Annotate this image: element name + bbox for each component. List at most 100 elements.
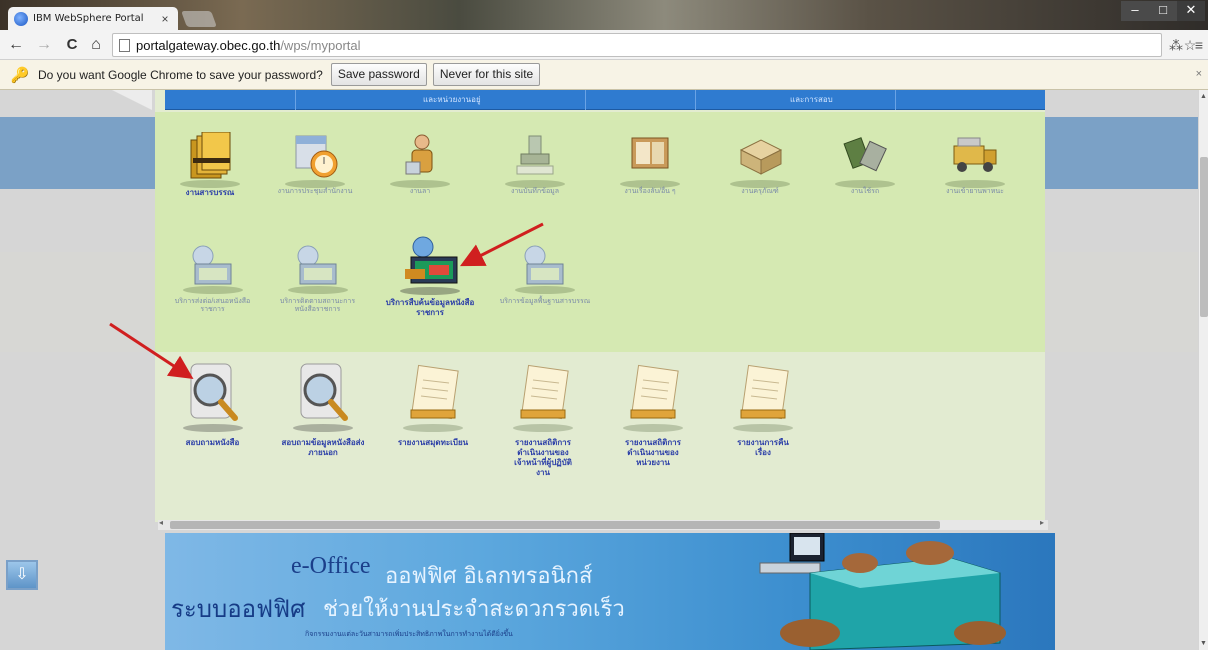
never-for-this-site-button[interactable]: Never for this site	[432, 63, 541, 86]
icon-item-staff-stats[interactable]: รายงานสถิติการดำเนินงานของเจ้าหน้าที่ผู้…	[493, 362, 593, 482]
header-label-right: และการสอบ	[790, 95, 833, 104]
icon-item-register-report[interactable]: รายงานสมุดทะเบียน	[383, 362, 483, 472]
tab-close-button[interactable]: ×	[158, 12, 172, 26]
close-window-button[interactable]: ✕	[1177, 1, 1205, 21]
scroll-down-icon[interactable]: ▼	[1200, 640, 1207, 647]
scroll-up-icon[interactable]: ▲	[1200, 93, 1207, 100]
globe-icon	[14, 11, 28, 26]
vertical-scrollbar[interactable]: ▲ ▼	[1198, 90, 1208, 650]
tab-title: IBM WebSphere Portal	[33, 13, 144, 24]
back-button[interactable]: ←	[6, 33, 26, 57]
download-arrow-button[interactable]: ⇩	[6, 560, 38, 590]
infobar-close-icon[interactable]: ×	[1196, 68, 1202, 80]
page-viewport: และหน่วยงานอยู่ และการสอบ งานสารบรรณ งาน…	[0, 90, 1198, 650]
notepad-icon	[520, 364, 569, 420]
page-icon	[119, 38, 130, 52]
icon-label: งานการประชุมสำนักงาน	[277, 188, 353, 195]
banner-small-text: กิจกรรมงานแต่ละวันสามารถเพิ่มประสิทธิภาพ…	[305, 631, 513, 638]
icon-item-meeting[interactable]: งานการประชุมสำนักงาน	[270, 130, 360, 210]
icon-label: รายงานสถิติการดำเนินงานของเจ้าหน้าที่ผู้…	[514, 438, 572, 477]
office-desk-illustration	[759, 533, 1006, 650]
horizontal-scroll-thumb[interactable]	[170, 521, 940, 529]
icon-item-leave[interactable]: งานลา	[375, 130, 465, 210]
vertical-scroll-thumb[interactable]	[1200, 157, 1208, 317]
network-computer-icon	[297, 245, 337, 285]
icon-item-record[interactable]: งานบันทึกข้อมูล	[485, 130, 585, 210]
icon-label: รายงานสถิติการดำเนินงานของหน่วยงาน	[625, 438, 681, 467]
search-computer-icon	[405, 236, 458, 284]
notepad-icon	[630, 364, 679, 420]
address-bar[interactable]: portalgateway.obec.go.th/wps/myportal	[112, 33, 1162, 57]
icon-item-forward-docs[interactable]: บริการส่งต่อ/เสนอหนังสือราชการ	[165, 240, 260, 330]
icon-label: งานใช้รถ	[850, 188, 880, 195]
infobar-message: Do you want Google Chrome to save your p…	[38, 67, 323, 82]
calendar-clock-icon	[295, 135, 338, 178]
icon-label: งานบันทึกข้อมูล	[510, 188, 560, 195]
banner-thai-line2b: ช่วยให้งานประจำสะดวกรวดเร็ว	[323, 597, 625, 622]
icon-label: งานเรื่องลับ/อื่น ๆ	[624, 188, 676, 195]
icon-label: สอบถามข้อมูลหนังสือส่งภายนอก	[281, 438, 365, 457]
truck-icon	[953, 137, 997, 172]
reload-button[interactable]: C	[62, 33, 82, 57]
header-label-left: และหน่วยงานอยู่	[423, 95, 481, 104]
magnifier-icon	[190, 363, 238, 421]
icon-label: สอบถามหนังสือ	[185, 438, 240, 447]
menu-icon[interactable]: ≡	[1192, 33, 1206, 57]
icon-item-track-docs[interactable]: บริการติดตามสถานะการหนังสือราชการ	[270, 240, 365, 330]
title-bar: IBM WebSphere Portal × – □ ✕	[0, 0, 1208, 30]
horizontal-scrollbar[interactable]: ◂ ▸	[158, 518, 1048, 530]
url-path: /wps/myportal	[280, 37, 361, 53]
book-icon	[631, 137, 669, 169]
icon-label: งานลา	[409, 188, 431, 195]
scroll-left-icon[interactable]: ◂	[159, 518, 163, 527]
notepad-icon	[410, 364, 459, 420]
stamp-icon	[516, 135, 554, 175]
folders-icon	[190, 132, 231, 179]
icon-label: บริการส่งต่อ/เสนอหนังสือราชการ	[174, 298, 251, 313]
icon-label: งานครุภัณฑ์	[741, 188, 779, 195]
browser-toolbar: ← → C ⌂ portalgateway.obec.go.th/wps/myp…	[0, 30, 1208, 60]
network-computer-icon	[192, 245, 232, 285]
icon-item-search-docs[interactable]: บริการสืบค้นข้อมูลหนังสือราชการ	[375, 233, 485, 333]
icon-label: บริการข้อมูลพื้นฐานสารบรรณ	[499, 298, 591, 305]
icon-item-unit-stats[interactable]: รายงานสถิติการดำเนินงานของหน่วยงาน	[603, 362, 703, 472]
icon-item-inquire-docs[interactable]: สอบถามหนังสือ	[165, 362, 260, 472]
icon-item-saraban[interactable]: งานสารบรรณ	[165, 130, 255, 210]
banner-thai-line2a: ระบบออฟฟิศ	[171, 595, 306, 623]
portlet-header-bar: และหน่วยงานอยู่ และการสอบ	[165, 90, 1045, 110]
browser-tab[interactable]: IBM WebSphere Portal ×	[8, 7, 178, 30]
banner-thai-title: ออฟฟิศ อิเลกทรอนิกส์	[385, 564, 593, 589]
save-password-infobar: 🔑 Do you want Google Chrome to save your…	[0, 60, 1208, 90]
icon-item-basic-info[interactable]: บริการข้อมูลพื้นฐานสารบรรณ	[495, 240, 595, 330]
save-password-button[interactable]: Save password	[330, 63, 427, 86]
tools-icon	[843, 137, 887, 172]
url-host: portalgateway.obec.go.th	[136, 37, 281, 53]
icon-item-inquire-external[interactable]: สอบถามข้อมูลหนังสือส่งภายนอก	[273, 362, 373, 472]
new-tab-button[interactable]	[181, 11, 217, 27]
icon-item-vehicle[interactable]: งานเข้ายานพาหนะ	[930, 130, 1020, 210]
banner-eoffice-title: e-Office	[291, 553, 371, 579]
forward-button[interactable]: →	[34, 33, 54, 57]
icon-label: รายงานสมุดทะเบียน	[397, 438, 469, 447]
eoffice-banner[interactable]: e-Office ออฟฟิศ อิเลกทรอนิกส์ ระบบออฟฟิศ…	[165, 533, 1055, 650]
icon-label: งานเข้ายานพาหนะ	[946, 188, 1004, 195]
boxes-icon	[739, 139, 783, 175]
icon-item-durable[interactable]: งานครุภัณฑ์	[715, 130, 805, 210]
icon-item-car[interactable]: งานใช้รถ	[820, 130, 910, 210]
key-icon: 🔑	[10, 66, 30, 84]
scroll-right-icon[interactable]: ▸	[1040, 518, 1044, 527]
icon-label: งานสารบรรณ	[185, 188, 235, 197]
icon-label: บริการสืบค้นข้อมูลหนังสือราชการ	[385, 298, 475, 317]
maximize-button[interactable]: □	[1149, 1, 1177, 21]
minimize-button[interactable]: –	[1121, 1, 1149, 21]
person-icon	[405, 134, 433, 175]
network-computer-icon	[524, 245, 564, 285]
home-button[interactable]: ⌂	[86, 33, 106, 57]
notepad-icon	[740, 364, 789, 420]
icon-item-secret[interactable]: งานเรื่องลับ/อื่น ๆ	[600, 130, 700, 210]
icon-label: บริการติดตามสถานะการหนังสือราชการ	[279, 298, 356, 313]
service-portlet: และหน่วยงานอยู่ และการสอบ งานสารบรรณ งาน…	[155, 90, 1045, 522]
magnifier-icon	[300, 363, 348, 421]
icon-item-return-report[interactable]: รายงานการคืนเรื่อง	[713, 362, 813, 472]
background-decoration	[112, 90, 152, 110]
